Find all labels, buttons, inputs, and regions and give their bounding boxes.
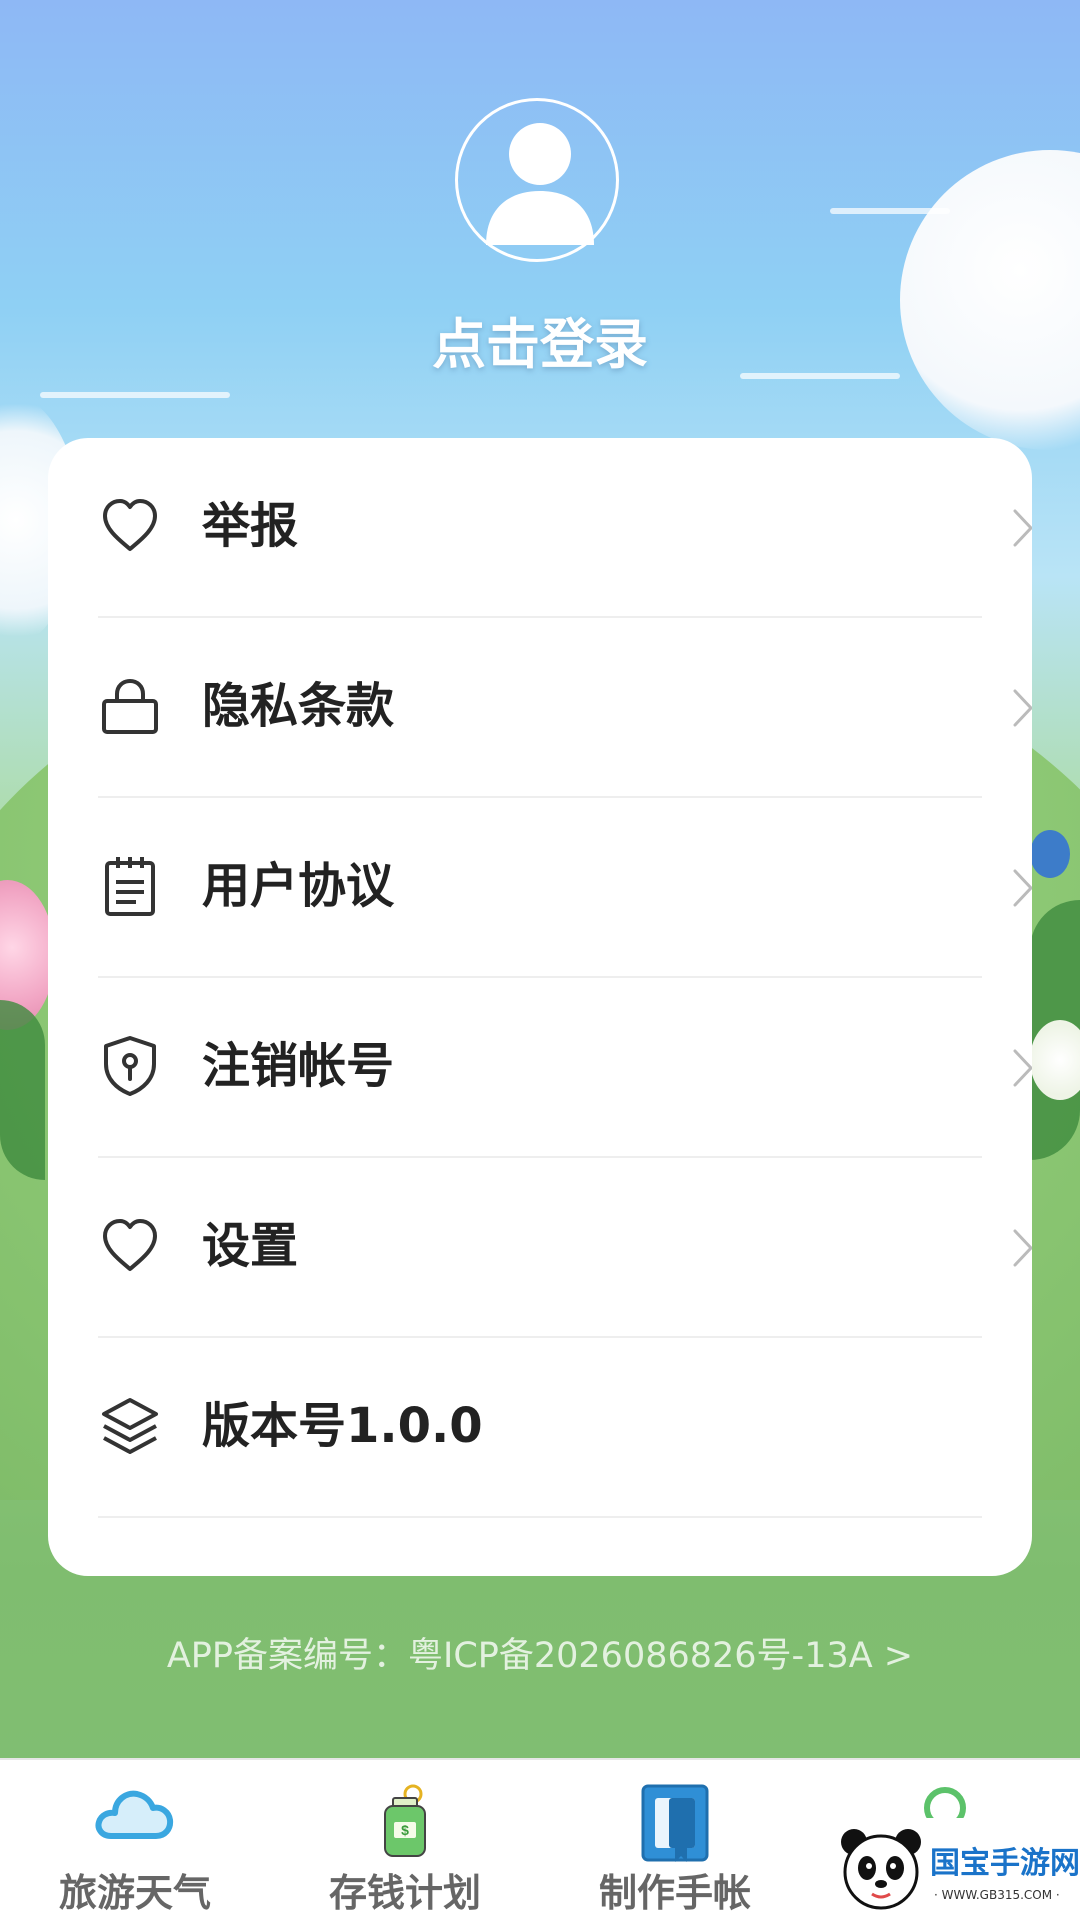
menu-item-label: 设置: [202, 1218, 299, 1274]
profile-screen: 点击登录 举报 隐私条款 用户协议 注销帐号 设置 版本号1.0.0 APP备案…: [0, 0, 1080, 1920]
tab-travel-weather[interactable]: 旅游天气: [0, 1760, 270, 1920]
chevron-right-icon: [1013, 869, 1032, 907]
menu-item-privacy[interactable]: 隐私条款: [98, 618, 1032, 798]
notebook-icon: [641, 1784, 709, 1862]
svg-text:$: $: [401, 1822, 409, 1838]
login-link[interactable]: 点击登录: [0, 300, 1080, 379]
tab-saving-plan[interactable]: $ 存钱计划: [270, 1760, 540, 1920]
menu-item-report[interactable]: 举报: [98, 438, 1032, 618]
watermark-url: · WWW.GB315.COM ·: [934, 1888, 1060, 1902]
chevron-right-icon: [1013, 1229, 1032, 1267]
heart-icon: [103, 1219, 157, 1271]
document-icon: [105, 857, 155, 916]
cloud-icon: [95, 1790, 174, 1839]
menu-item-label: 隐私条款: [202, 678, 395, 734]
panda-logo-icon: [841, 1829, 921, 1910]
shield-keyhole-icon: [104, 1036, 156, 1096]
divider: [98, 1516, 982, 1518]
background-flower: [1030, 1020, 1080, 1100]
tab-make-journal[interactable]: 制作手帐: [540, 1760, 810, 1920]
menu-item-label: 注销帐号: [202, 1038, 395, 1094]
chevron-right-icon: [1013, 689, 1032, 727]
menu-card: 举报 隐私条款 用户协议 注销帐号 设置 版本号1.0.0: [48, 438, 1032, 1576]
menu-item-label: 用户协议: [202, 858, 395, 914]
money-bag-icon: $: [384, 1784, 426, 1857]
menu-item-label: 版本号1.0.0: [202, 1398, 483, 1454]
background-leaf: [1030, 900, 1080, 1160]
menu-item-version: 版本号1.0.0: [98, 1338, 1032, 1518]
chevron-right-icon: [1013, 509, 1032, 547]
tab-label: 旅游天气: [58, 1871, 211, 1915]
menu-item-user-agreement[interactable]: 用户协议: [98, 798, 1032, 978]
background-flower: [0, 880, 55, 1030]
tab-label: 制作手帐: [598, 1871, 751, 1915]
background-bud: [1030, 830, 1070, 878]
chevron-right-icon: [1013, 1049, 1032, 1087]
watermark-text: 国宝手游网: [930, 1846, 1080, 1881]
watermark-logo: 国宝手游网 · WWW.GB315.COM ·: [830, 1818, 1080, 1920]
background-haze: [40, 392, 230, 398]
background-haze: [830, 208, 950, 214]
menu-item-settings[interactable]: 设置: [98, 1158, 1032, 1338]
menu-item-label: 举报: [202, 498, 299, 554]
menu-item-delete-account[interactable]: 注销帐号: [98, 978, 1032, 1158]
background-leaf: [0, 1000, 45, 1180]
user-avatar-icon: [486, 123, 594, 245]
lock-icon: [102, 678, 158, 734]
heart-icon: [103, 499, 157, 551]
icp-record-link[interactable]: APP备案编号：粤ICP备2026086826号-13A >: [0, 1627, 1080, 1678]
avatar[interactable]: [455, 98, 619, 262]
layers-icon: [102, 1398, 158, 1454]
tab-label: 存钱计划: [328, 1871, 481, 1915]
